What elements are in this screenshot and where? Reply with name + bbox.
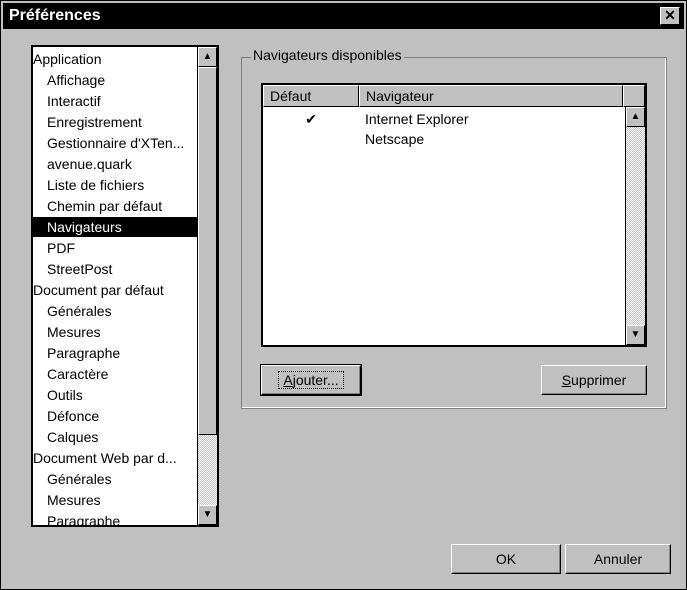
add-button-label: Ajouter... (278, 371, 344, 389)
browsers-group-label: Navigateurs disponibles (251, 47, 404, 63)
sidebar-item[interactable]: Mesures (33, 490, 212, 510)
scroll-up-button[interactable]: ▲ (198, 47, 217, 67)
sidebar-item[interactable]: StreetPost (33, 259, 212, 279)
sidebar-item[interactable]: Mesures (33, 322, 212, 342)
arrow-down-icon: ▼ (630, 329, 641, 340)
default-mark[interactable] (263, 129, 359, 149)
sidebar-item[interactable]: Outils (33, 385, 212, 405)
sidebar-item[interactable]: Générales (33, 301, 212, 321)
arrow-up-icon: ▲ (202, 51, 213, 62)
sidebar-item[interactable]: Navigateurs (33, 217, 212, 237)
browser-name[interactable]: Internet Explorer (365, 109, 469, 129)
category-scrollbar[interactable]: ▲ ▼ (197, 47, 217, 525)
sidebar-item[interactable]: Paragraphe (33, 511, 212, 525)
title-bar: Préférences ✕ (3, 3, 684, 29)
browser-name[interactable]: Netscape (365, 129, 424, 149)
arrow-down-icon: ▼ (202, 509, 213, 520)
sidebar-item[interactable]: Défonce (33, 406, 212, 426)
sidebar-item[interactable]: Caractère (33, 364, 212, 384)
sidebar-item[interactable]: Paragraphe (33, 343, 212, 363)
scroll-down-button[interactable]: ▼ (198, 505, 217, 525)
close-icon: ✕ (664, 7, 676, 23)
browsers-scroll-up-button[interactable]: ▲ (626, 107, 645, 127)
sidebar-item[interactable]: Gestionnaire d'XTen... (33, 133, 212, 153)
sidebar-item[interactable]: avenue.quark (33, 154, 212, 174)
sidebar-item[interactable]: Document par défaut (33, 280, 198, 300)
sidebar-item[interactable]: PDF (33, 238, 212, 258)
default-mark[interactable]: ✔ (263, 109, 359, 129)
sidebar-item[interactable]: Application (33, 49, 198, 69)
sidebar-item[interactable]: Affichage (33, 70, 212, 90)
sidebar-item[interactable]: Générales (33, 469, 212, 489)
remove-button-label: Supprimer (561, 372, 627, 388)
close-button[interactable]: ✕ (660, 7, 680, 25)
sidebar-item[interactable]: Document Web par d... (33, 448, 198, 468)
sidebar-item[interactable]: Chemin par défaut (33, 196, 212, 216)
scroll-thumb[interactable] (198, 67, 217, 435)
browsers-scroll-down-button[interactable]: ▼ (626, 325, 645, 345)
column-header-default[interactable]: Défaut (263, 85, 359, 107)
preferences-dialog: Préférences ✕ Application Affichage Intera… (0, 0, 687, 590)
arrow-up-icon: ▲ (630, 111, 641, 122)
cancel-button[interactable]: Annuler (565, 544, 671, 574)
browsers-scrollbar[interactable]: ▲ ▼ (625, 107, 645, 345)
sidebar-item[interactable]: Interactif (33, 91, 212, 111)
remove-button[interactable]: Supprimer (541, 365, 647, 395)
column-header-browser[interactable]: Navigateur (359, 85, 623, 107)
column-header-filler (623, 85, 645, 107)
browsers-list[interactable]: Défaut Navigateur ✔ Internet Explorer Nets… (261, 83, 647, 347)
ok-button[interactable]: OK (451, 544, 561, 574)
window-title: Préférences (9, 7, 101, 24)
add-button[interactable]: Ajouter... (260, 364, 362, 396)
category-list[interactable]: Application Affichage Interactif Enregistre… (31, 45, 219, 527)
sidebar-item[interactable]: Enregistrement (33, 112, 212, 132)
sidebar-item[interactable]: Liste de fichiers (33, 175, 212, 195)
sidebar-item[interactable]: Calques (33, 427, 212, 447)
